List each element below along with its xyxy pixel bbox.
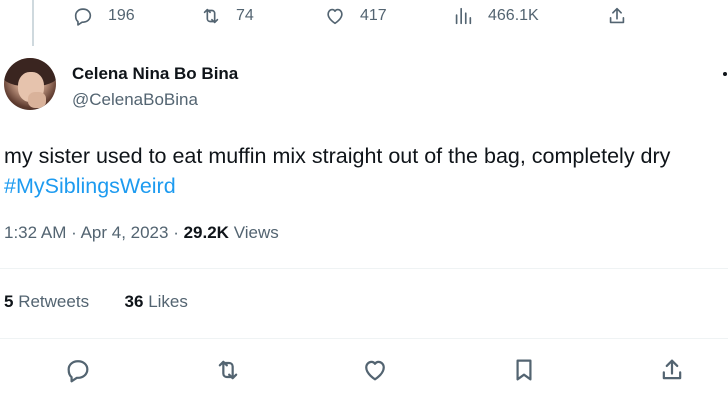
share-button[interactable]: [658, 356, 686, 384]
heart-icon: [365, 360, 385, 381]
tweet-date[interactable]: Apr 4, 2023: [81, 223, 169, 242]
author-handle[interactable]: @CelenaBoBina: [72, 90, 198, 110]
tweet-views-label: Views: [233, 223, 279, 242]
retweets-stat[interactable]: 5 Retweets: [4, 292, 89, 311]
retweet-button[interactable]: 74: [200, 5, 254, 27]
retweet-button[interactable]: [214, 356, 242, 384]
more-options-icon[interactable]: [723, 72, 727, 76]
reply-button[interactable]: 196: [72, 5, 135, 27]
heart-icon: [327, 8, 343, 25]
likes-stat-count: 36: [124, 292, 144, 311]
like-count: 417: [360, 7, 387, 24]
retweets-stat-count: 5: [4, 292, 14, 311]
reply-icon: [74, 8, 92, 26]
avatar[interactable]: [4, 58, 56, 110]
tweet-views-count: 29.2K: [183, 223, 229, 242]
share-icon: [662, 359, 682, 380]
like-button[interactable]: 417: [324, 5, 387, 27]
previous-tweet-action-bar: 196 74 417 466.1K: [0, 0, 728, 36]
divider: [0, 268, 728, 269]
analytics-icon: [455, 7, 472, 25]
hashtag-link[interactable]: #MySiblingsWeird: [4, 171, 176, 201]
author-name[interactable]: Celena Nina Bo Bina: [72, 64, 238, 84]
reply-button[interactable]: [64, 356, 92, 384]
engagement-stats: 5 Retweets 36 Likes: [4, 292, 188, 312]
bookmark-button[interactable]: [510, 356, 538, 384]
retweet-icon: [218, 360, 238, 380]
share-icon: [609, 7, 625, 24]
retweets-stat-label: Retweets: [18, 292, 90, 311]
bookmark-icon: [516, 359, 532, 381]
likes-stat-label: Likes: [148, 292, 188, 311]
tweet-meta: 1:32 AM · Apr 4, 2023 · 29.2K Views: [4, 223, 279, 242]
tweet-action-bar: [0, 352, 728, 388]
views-count: 466.1K: [488, 7, 539, 24]
views-button[interactable]: 466.1K: [452, 5, 539, 27]
tweet-text: my sister used to eat muffin mix straigh…: [4, 144, 671, 168]
reply-icon: [67, 360, 89, 383]
like-button[interactable]: [361, 356, 389, 384]
share-button[interactable]: [606, 5, 628, 27]
retweet-count: 74: [236, 7, 254, 24]
reply-count: 196: [108, 7, 135, 24]
likes-stat[interactable]: 36 Likes: [125, 292, 188, 311]
divider: [0, 338, 728, 339]
retweet-icon: [203, 8, 219, 24]
tweet-time[interactable]: 1:32 AM: [4, 223, 66, 242]
